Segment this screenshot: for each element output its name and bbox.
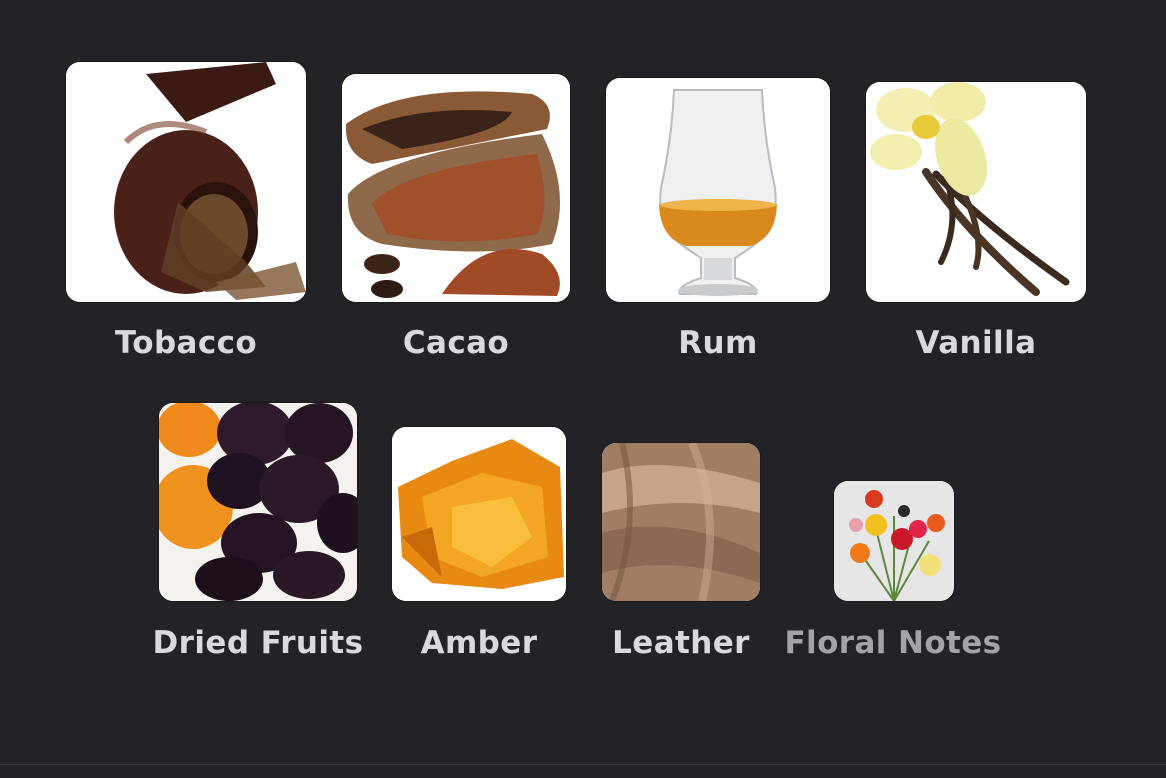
note-tile-tobacco[interactable] — [66, 62, 306, 302]
note-tile-dried-fruits[interactable] — [159, 403, 357, 601]
floral-bouquet-image — [834, 481, 954, 601]
note-tile-rum[interactable] — [606, 78, 830, 302]
note-tile-amber[interactable] — [392, 427, 566, 601]
note-label-floral-notes: Floral Notes — [784, 625, 1002, 661]
dried-fruits-image — [159, 403, 357, 601]
leather-image — [602, 443, 760, 601]
note-tile-cacao[interactable] — [342, 74, 570, 302]
amber-resin-image — [392, 427, 566, 601]
cacao-pod-image — [342, 74, 570, 302]
bottom-divider — [0, 764, 1166, 765]
tobacco-pipe-image — [66, 62, 306, 302]
note-tile-vanilla[interactable] — [866, 82, 1086, 302]
note-label-vanilla: Vanilla — [915, 325, 1037, 361]
note-label-cacao: Cacao — [402, 325, 510, 361]
note-label-tobacco: Tobacco — [114, 325, 258, 361]
rum-glass-image — [606, 78, 830, 302]
vanilla-flower-image — [866, 82, 1086, 302]
note-tile-leather[interactable] — [602, 443, 760, 601]
note-label-rum: Rum — [678, 325, 758, 361]
note-tile-floral-notes[interactable] — [834, 481, 954, 601]
